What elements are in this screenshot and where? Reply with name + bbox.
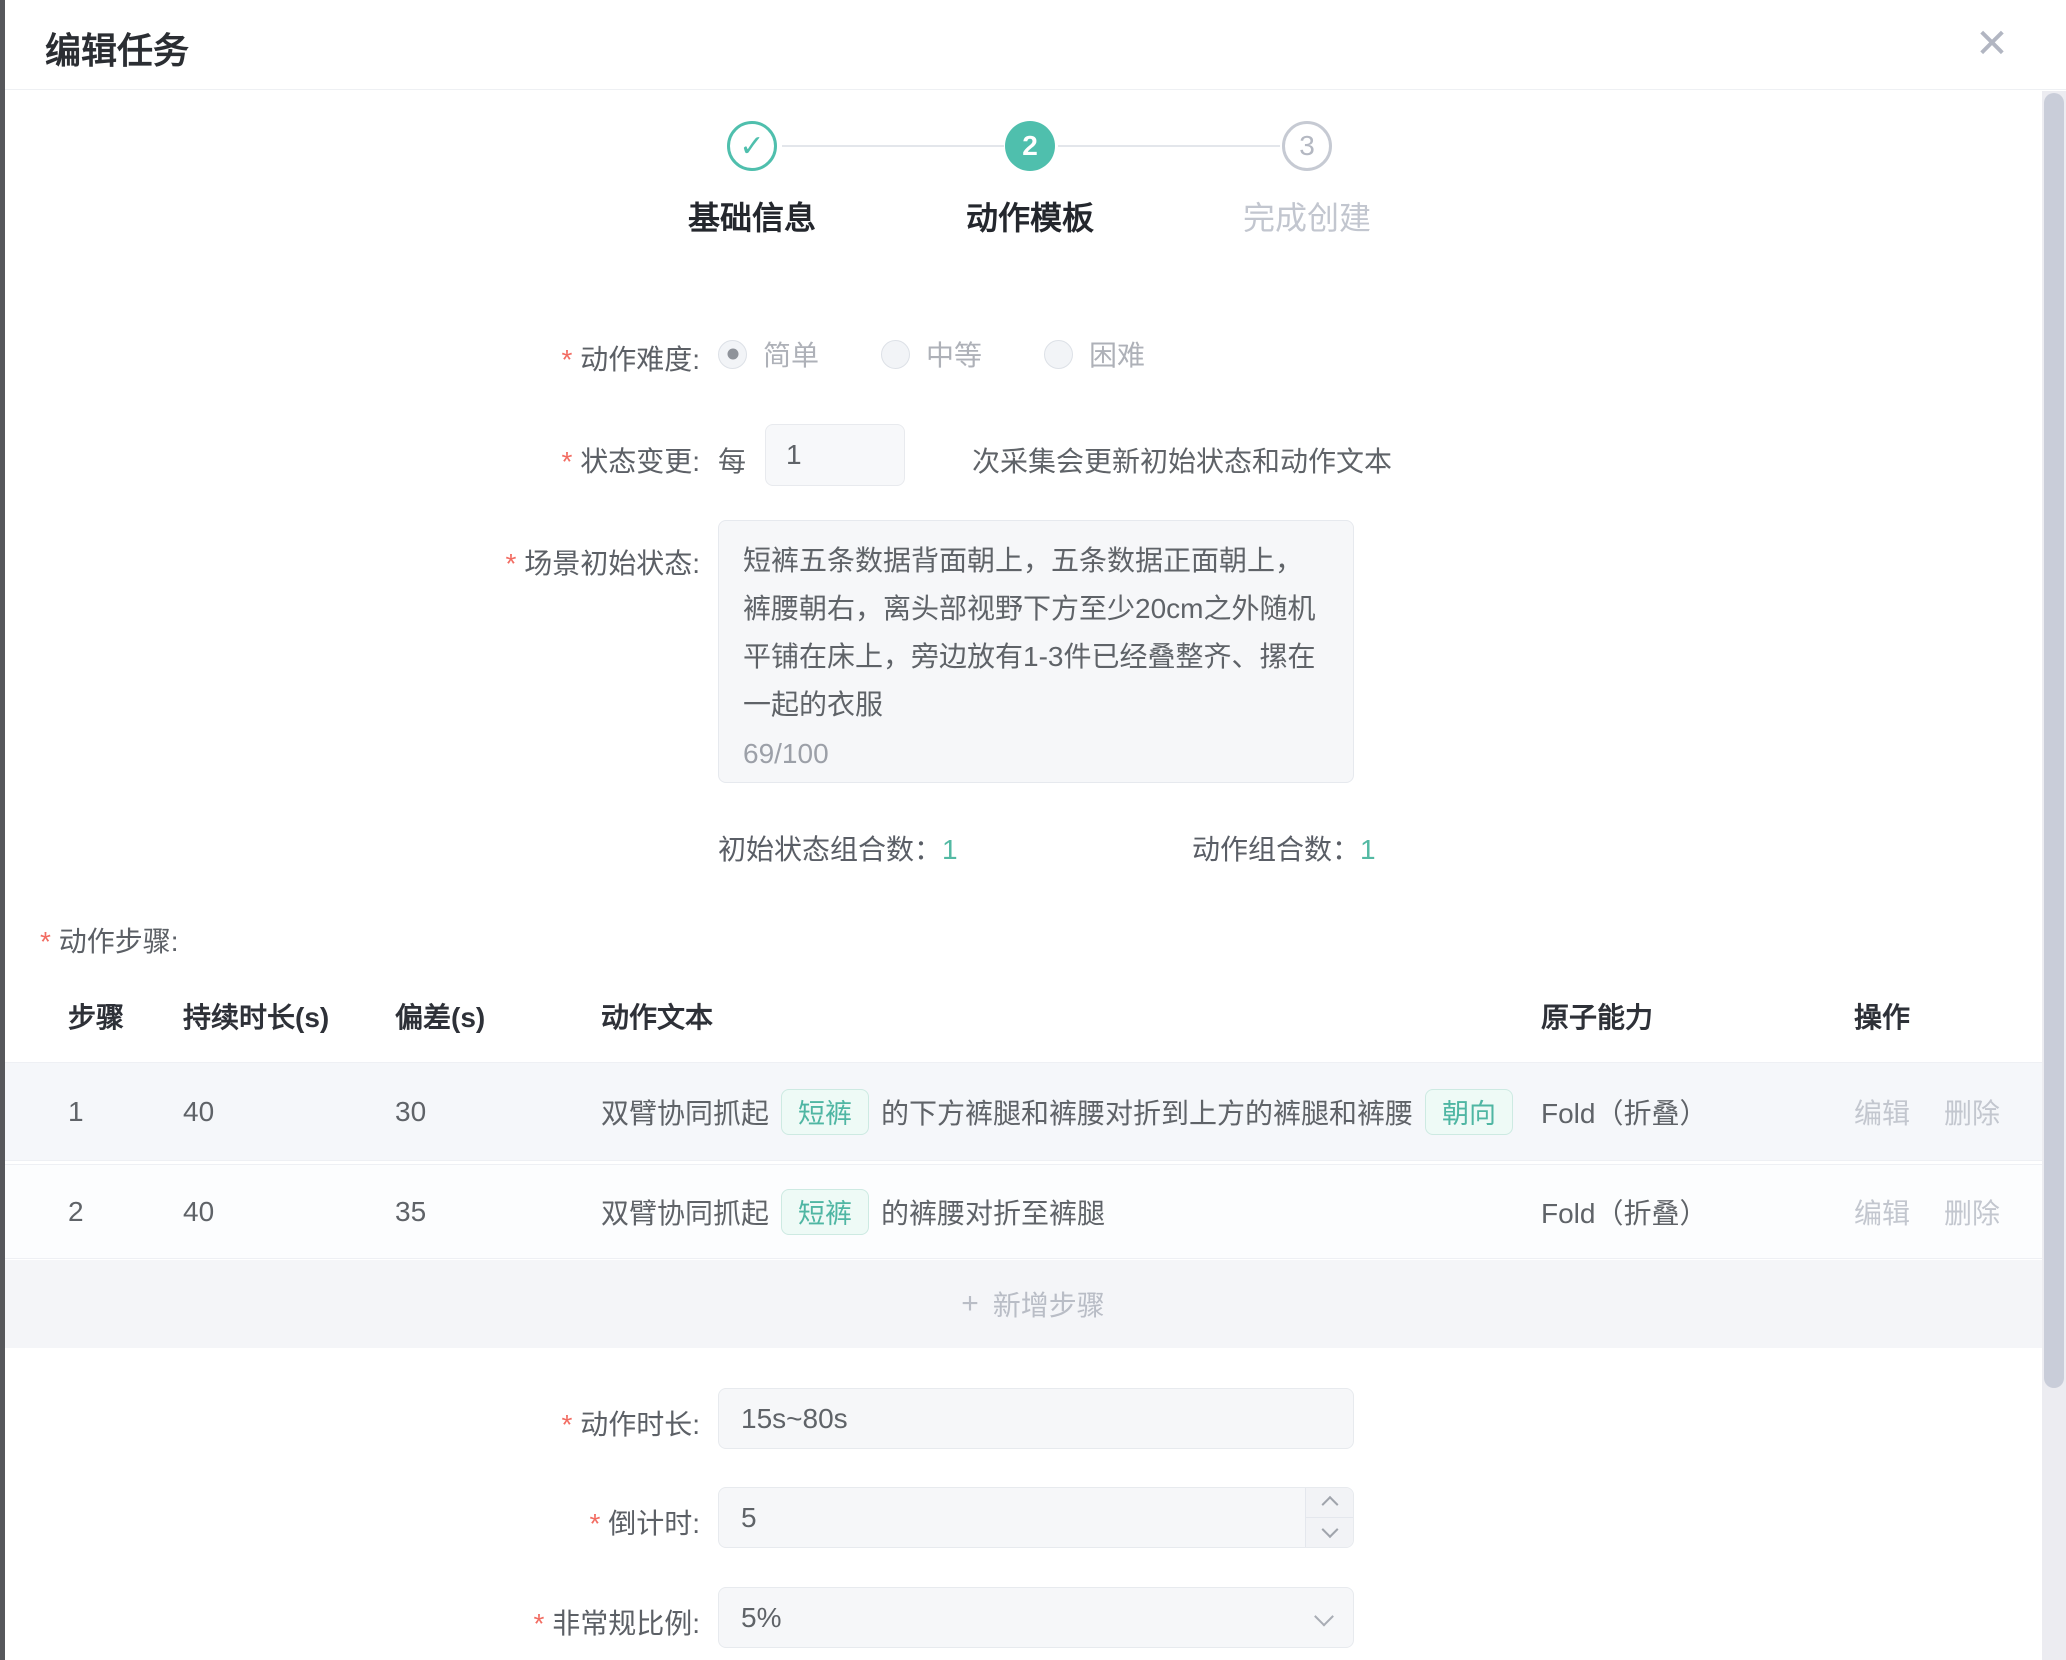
radio-circle-icon (1044, 340, 1073, 369)
cell-operations: 编辑 删除 (1854, 1192, 2034, 1232)
scrollbar-thumb[interactable] (2044, 93, 2064, 1388)
add-step-button[interactable]: + 新增步骤 (0, 1260, 2066, 1348)
spinner-down-button[interactable] (1306, 1518, 1353, 1548)
cell-ability: Fold（折叠） (1541, 1192, 1707, 1232)
page-left-edge (0, 0, 5, 1660)
scrollbar-track[interactable] (2042, 91, 2066, 1660)
cell-step: 1 (68, 1096, 84, 1128)
plus-icon: + (961, 1287, 979, 1321)
cell-duration: 40 (183, 1096, 214, 1128)
select-chevron-down-icon (1314, 1606, 1334, 1626)
state-change-label: 状态变更: (0, 440, 700, 480)
action-steps-label: 动作步骤: (40, 920, 178, 960)
char-counter: 69/100 (743, 740, 829, 768)
unusual-ratio-label: 非常规比例: (0, 1602, 700, 1642)
initial-combo-count: 初始状态组合数：1 (718, 828, 958, 868)
edit-button[interactable]: 编辑 (1854, 1198, 1910, 1229)
action-combo-count: 动作组合数：1 (1192, 828, 1376, 868)
countdown-input[interactable]: 5 (718, 1487, 1354, 1548)
radio-label: 中等 (926, 334, 982, 374)
radio-label: 简单 (763, 334, 819, 374)
duration-label: 动作时长: (0, 1403, 700, 1443)
table-row: 2 40 35 双臂协同抓起短裤的裤腰对折至裤腿 Fold（折叠） 编辑 删除 (0, 1164, 2066, 1259)
cell-deviation: 30 (395, 1096, 426, 1128)
col-header-deviation: 偏差(s) (395, 996, 485, 1036)
col-header-duration: 持续时长(s) (183, 996, 329, 1036)
unusual-ratio-value: 5% (741, 1602, 781, 1633)
step-number: 2 (1005, 121, 1055, 171)
countdown-value: 5 (741, 1502, 757, 1533)
cell-operations: 编辑 删除 (1854, 1092, 2034, 1132)
step-basic-info: ✓ 基础信息 (632, 121, 872, 239)
add-step-label: 新增步骤 (993, 1284, 1105, 1324)
initial-combo-value: 1 (942, 834, 958, 865)
col-header-operations: 操作 (1854, 996, 1910, 1036)
cell-action-text: 双臂协同抓起短裤的裤腰对折至裤腿 (601, 1189, 1506, 1235)
chevron-up-icon (1321, 1496, 1338, 1513)
edit-button[interactable]: 编辑 (1854, 1098, 1910, 1129)
step-label: 基础信息 (632, 193, 872, 239)
spinner-up-button[interactable] (1306, 1488, 1353, 1518)
step-number: 3 (1282, 121, 1332, 171)
step-label: 动作模板 (910, 193, 1150, 239)
number-spinner (1305, 1488, 1353, 1547)
step-label: 完成创建 (1187, 193, 1427, 239)
difficulty-label: 动作难度: (0, 338, 700, 378)
action-combo-label: 动作组合数： (1192, 834, 1360, 865)
radio-option-困难[interactable]: 困难 (1044, 334, 1145, 374)
radio-circle-icon (718, 340, 747, 369)
unusual-ratio-select[interactable]: 5% (718, 1587, 1354, 1648)
radio-label: 困难 (1089, 334, 1145, 374)
dialog-title: 编辑任务 (45, 22, 189, 74)
tag-chip: 短裤 (781, 1189, 869, 1235)
step-action-template: 2 动作模板 (910, 121, 1150, 239)
scene-state-textarea[interactable]: 短裤五条数据背面朝上，五条数据正面朝上，裤腰朝右，离头部视野下方至少20cm之外… (718, 520, 1354, 783)
close-icon[interactable]: ✕ (1966, 18, 2018, 70)
cell-deviation: 35 (395, 1196, 426, 1228)
radio-circle-icon (881, 340, 910, 369)
state-change-input[interactable]: 1 (765, 424, 905, 486)
cell-ability: Fold（折叠） (1541, 1092, 1707, 1132)
state-change-prefix: 每 (718, 440, 746, 480)
dialog-header: 编辑任务 ✕ (5, 0, 2066, 90)
table-header-row: 步骤 持续时长(s) 偏差(s) 动作文本 原子能力 操作 (0, 996, 2066, 1062)
col-header-action-text: 动作文本 (601, 996, 1506, 1036)
delete-button[interactable]: 删除 (1944, 1098, 2000, 1129)
chevron-down-icon (1321, 1521, 1338, 1538)
cell-step: 2 (68, 1196, 84, 1228)
tag-chip: 短裤 (781, 1089, 869, 1135)
col-header-ability: 原子能力 (1541, 996, 1653, 1036)
text-segment: 的下方裤腿和裤腰对折到上方的裤腿和裤腰 (881, 1092, 1413, 1132)
initial-combo-label: 初始状态组合数： (718, 834, 942, 865)
radio-option-中等[interactable]: 中等 (881, 334, 982, 374)
table-row: 1 40 30 双臂协同抓起短裤的下方裤腿和裤腰对折到上方的裤腿和裤腰朝向 Fold（折… (0, 1062, 2066, 1161)
text-segment: 双臂协同抓起 (601, 1192, 769, 1232)
text-segment: 的裤腰对折至裤腿 (881, 1192, 1105, 1232)
scene-state-label: 场景初始状态: (0, 542, 700, 582)
text-segment: 双臂协同抓起 (601, 1092, 769, 1132)
countdown-label: 倒计时: (0, 1502, 700, 1542)
duration-input[interactable]: 15s~80s (718, 1388, 1354, 1449)
radio-option-简单[interactable]: 简单 (718, 334, 819, 374)
cell-action-text: 双臂协同抓起短裤的下方裤腿和裤腰对折到上方的裤腿和裤腰朝向 (601, 1089, 1506, 1135)
delete-button[interactable]: 删除 (1944, 1198, 2000, 1229)
difficulty-radio-group: 简单 中等 困难 (718, 334, 1207, 374)
state-change-suffix: 次采集会更新初始状态和动作文本 (972, 440, 1392, 480)
tag-chip: 朝向 (1425, 1089, 1513, 1135)
action-combo-value: 1 (1360, 834, 1376, 865)
cell-duration: 40 (183, 1196, 214, 1228)
scene-state-text: 短裤五条数据背面朝上，五条数据正面朝上，裤腰朝右，离头部视野下方至少20cm之外… (743, 545, 1315, 720)
col-header-step: 步骤 (68, 996, 124, 1036)
step-done-check-icon: ✓ (727, 121, 777, 171)
step-finish-create: 3 完成创建 (1187, 121, 1427, 239)
